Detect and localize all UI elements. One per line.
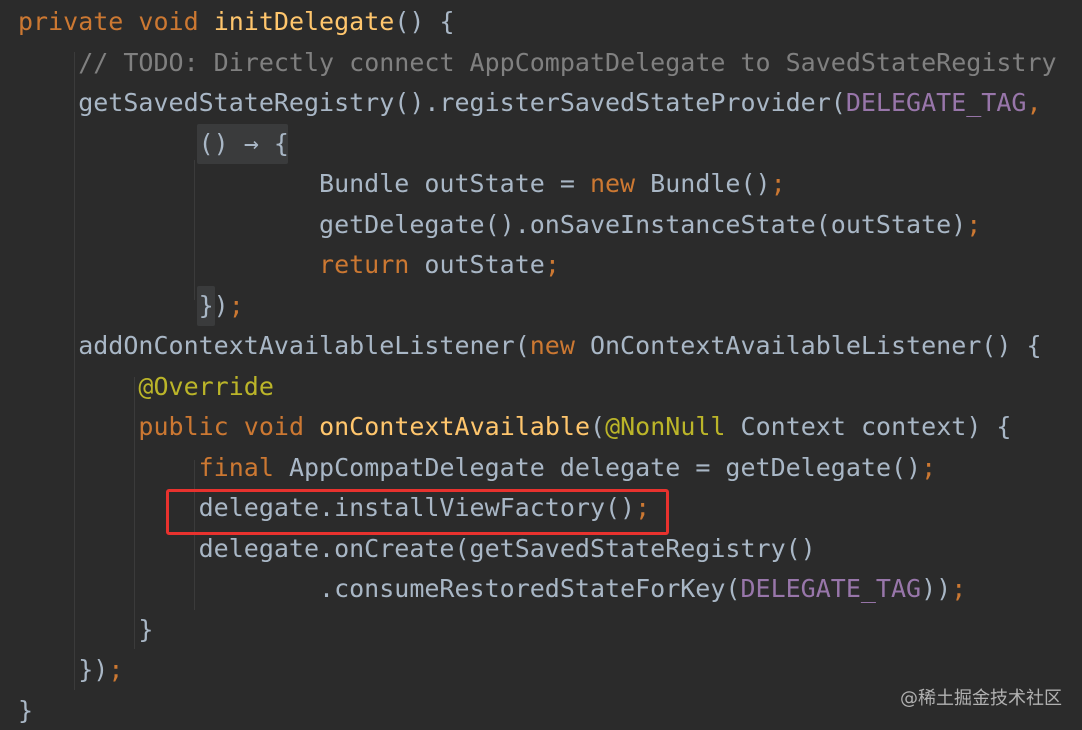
code-line[interactable]: // TODO: Directly connect AppCompatDeleg… (18, 43, 1057, 84)
code-line[interactable]: public void onContextAvailable(@NonNull … (18, 407, 1011, 448)
code-token: }) (18, 655, 109, 684)
code-token: getDelegate().onSaveInstanceState(outSta… (18, 209, 967, 239)
code-line[interactable]: private void initDelegate() { (18, 2, 455, 43)
code-token: ( (590, 412, 606, 441)
code-token: getSavedStateRegistry().registerSavedSta… (18, 88, 846, 117)
code-token: Context context) { (725, 412, 1012, 441)
code-token: private (18, 7, 124, 36)
code-token: ; (921, 452, 937, 482)
code-token: outState (409, 250, 545, 279)
code-token: AppCompatDelegate delegate = getDelegate… (273, 452, 922, 482)
code-line[interactable]: } (18, 610, 153, 651)
code-token: ; (770, 169, 786, 198)
code-token: DELEGATE_TAG (740, 574, 922, 603)
code-token: initDelegate (213, 7, 395, 36)
code-line[interactable]: }); (18, 286, 244, 327)
code-token: final (198, 452, 274, 482)
code-token: @NonNull (605, 412, 726, 441)
code-token: ; (544, 250, 560, 279)
code-editor[interactable]: private void initDelegate() { // TODO: D… (0, 0, 1082, 730)
code-token: // TODO: Directly connect AppCompatDeleg… (78, 47, 1057, 77)
code-token: () { (394, 7, 455, 36)
code-line[interactable]: }); (18, 650, 123, 691)
code-token: ; (966, 209, 982, 239)
code-line[interactable]: getDelegate().onSaveInstanceState(outSta… (18, 205, 981, 246)
code-token: OnContextAvailableListener() { (574, 331, 1042, 360)
code-token: ; (951, 574, 967, 603)
highlight-box (166, 489, 669, 535)
code-token: ; (228, 290, 244, 320)
code-line[interactable]: Bundle outState = new Bundle(); (18, 164, 786, 205)
code-line[interactable]: addOnContextAvailableListener(new OnCont… (18, 326, 1042, 367)
code-token: }) (18, 290, 229, 320)
code-line[interactable]: @Override (18, 367, 274, 408)
code-line[interactable]: } (18, 691, 33, 730)
code-token: public (138, 412, 229, 441)
code-token: void (138, 7, 199, 36)
watermark: @稀土掘金技术社区 (900, 688, 1062, 709)
code-token: onContextAvailable (319, 412, 591, 441)
code-token: } (18, 695, 34, 725)
code-token: ; (108, 655, 124, 684)
code-token: } (18, 614, 154, 644)
code-line[interactable]: getSavedStateRegistry().registerSavedSta… (18, 83, 1042, 124)
code-token: Bundle() (635, 169, 771, 198)
code-token: )) (921, 574, 952, 603)
code-token: new (529, 331, 575, 360)
code-line[interactable]: return outState; (18, 245, 560, 286)
code-token: delegate.onCreate(getSavedStateRegistry(… (18, 533, 816, 563)
code-line[interactable]: () → { (18, 124, 289, 165)
code-line[interactable]: .consumeRestoredStateForKey(DELEGATE_TAG… (18, 569, 966, 610)
code-token: () → { (18, 128, 289, 158)
code-token: new (589, 169, 636, 198)
code-token: .consumeRestoredStateForKey( (18, 574, 741, 603)
code-token: addOnContextAvailableListener( (18, 331, 530, 360)
code-token: void (243, 412, 305, 441)
code-token: DELEGATE_TAG (845, 88, 1027, 117)
code-token: @Override (138, 371, 274, 401)
code-token: Bundle outState = (18, 169, 590, 198)
code-line[interactable]: final AppCompatDelegate delegate = getDe… (18, 448, 937, 489)
code-token: , (1026, 88, 1042, 117)
code-token: return (319, 250, 410, 279)
